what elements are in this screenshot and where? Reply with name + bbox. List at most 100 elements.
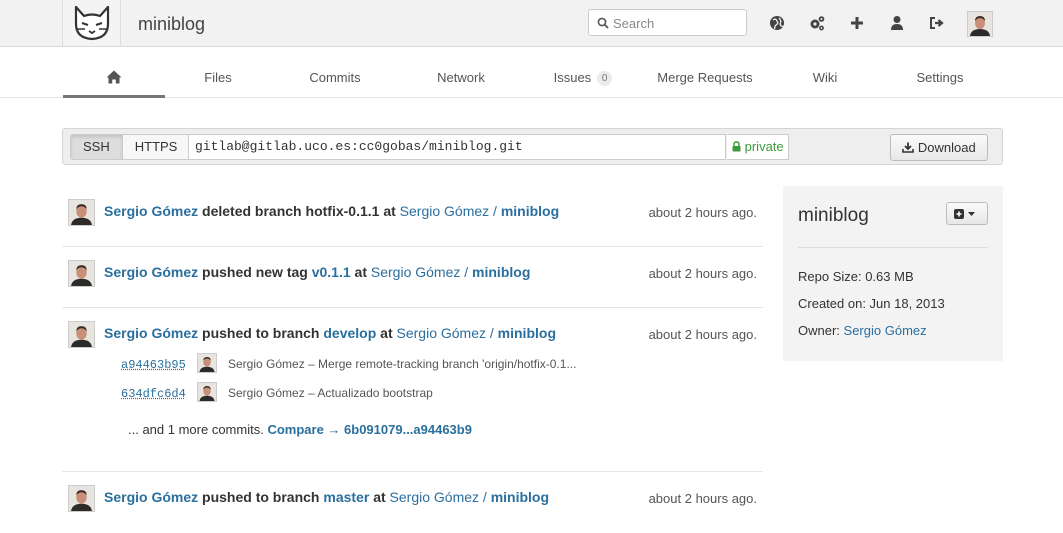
event-at: at bbox=[373, 489, 385, 505]
gitlab-logo[interactable] bbox=[62, 0, 121, 46]
event-avatar[interactable] bbox=[68, 199, 95, 226]
event-title: Sergio Gómez pushed new tag v0.1.1 at Se… bbox=[104, 264, 530, 280]
clone-url-input[interactable]: gitlab@gitlab.uco.es:cc0gobas/miniblog.g… bbox=[188, 134, 726, 160]
commit-sha-link[interactable]: a94463b95 bbox=[121, 358, 186, 372]
event-title: Sergio Gómez deleted branch hotfix-0.1.1… bbox=[104, 203, 559, 219]
cogs-icon[interactable] bbox=[808, 14, 826, 32]
event-ref-link[interactable]: v0.1.1 bbox=[312, 264, 351, 280]
project-link[interactable]: miniblog bbox=[501, 203, 559, 219]
visibility-label: private bbox=[745, 139, 784, 154]
event-author-link[interactable]: Sergio Gómez bbox=[104, 325, 198, 341]
lock-icon bbox=[732, 141, 741, 152]
protocol-toggle: SSH HTTPS bbox=[70, 134, 190, 160]
event-action: pushed to branch bbox=[202, 489, 319, 505]
event-item: Sergio Gómez deleted branch hotfix-0.1.1… bbox=[62, 186, 763, 247]
project-link[interactable]: miniblog bbox=[472, 264, 530, 280]
event-item: Sergio Gómez pushed to branch master at … bbox=[62, 472, 763, 533]
tab-files[interactable]: Files bbox=[178, 48, 258, 98]
project-owner-link[interactable]: Sergio Gómez / bbox=[400, 203, 497, 219]
event-title: Sergio Gómez pushed to branch develop at… bbox=[104, 325, 556, 341]
event-author-link[interactable]: Sergio Gómez bbox=[104, 489, 198, 505]
tab-commits[interactable]: Commits bbox=[290, 48, 380, 98]
project-owner-link[interactable]: Sergio Gómez / bbox=[390, 489, 487, 505]
project-owner-link[interactable]: Sergio Gómez / bbox=[397, 325, 494, 341]
sidebar-actions-dropdown[interactable] bbox=[946, 202, 988, 225]
event-avatar[interactable] bbox=[68, 260, 95, 287]
event-at: at bbox=[355, 264, 367, 280]
visibility-badge: private bbox=[727, 134, 789, 160]
tab-wiki[interactable]: Wiki bbox=[800, 48, 850, 98]
event-time: about 2 hours ago. bbox=[649, 491, 757, 506]
project-owner-link[interactable]: Sergio Gómez / bbox=[371, 264, 468, 280]
download-label: Download bbox=[918, 140, 976, 155]
https-button[interactable]: HTTPS bbox=[123, 134, 191, 160]
more-commits: ... and 1 more commits. Compare → 6b0910… bbox=[128, 422, 472, 437]
clone-panel: SSH HTTPS gitlab@gitlab.uco.es:cc0gobas/… bbox=[62, 128, 1003, 165]
project-nav-tabs: Files Commits Network Issues 0 Merge Req… bbox=[0, 48, 1063, 98]
ssh-button[interactable]: SSH bbox=[70, 134, 123, 160]
event-action: pushed new tag bbox=[202, 264, 308, 280]
tab-network[interactable]: Network bbox=[420, 48, 502, 98]
top-header: miniblog bbox=[0, 0, 1063, 47]
cat-logo-icon bbox=[71, 4, 113, 42]
more-commits-text: ... and 1 more commits. bbox=[128, 422, 264, 437]
event-author-link[interactable]: Sergio Gómez bbox=[104, 203, 198, 219]
project-link[interactable]: miniblog bbox=[498, 325, 556, 341]
event-author-link[interactable]: Sergio Gómez bbox=[104, 264, 198, 280]
event-at: at bbox=[383, 203, 395, 219]
event-ref-link[interactable]: master bbox=[323, 489, 369, 505]
event-ref-link[interactable]: develop bbox=[323, 325, 376, 341]
owner-row: Owner: Sergio Gómez bbox=[798, 323, 927, 338]
avatar-photo bbox=[968, 12, 992, 36]
owner-link[interactable]: Sergio Gómez bbox=[844, 323, 927, 338]
download-icon bbox=[902, 142, 914, 153]
globe-icon[interactable] bbox=[768, 14, 786, 32]
event-action: pushed to branch bbox=[202, 325, 319, 341]
event-title: Sergio Gómez pushed to branch master at … bbox=[104, 489, 549, 505]
event-avatar[interactable] bbox=[68, 485, 95, 512]
home-icon bbox=[106, 70, 122, 84]
search-icon bbox=[597, 17, 609, 29]
sidebar-project-title: miniblog bbox=[798, 205, 869, 227]
event-time: about 2 hours ago. bbox=[649, 205, 757, 220]
commit-row: 634dfc6d4 Sergio Gómez – Actualizado boo… bbox=[121, 386, 186, 401]
download-button[interactable]: Download bbox=[890, 134, 988, 161]
avatar-photo bbox=[198, 354, 216, 372]
tab-settings[interactable]: Settings bbox=[900, 48, 980, 98]
avatar-photo bbox=[69, 322, 94, 347]
user-avatar[interactable] bbox=[967, 11, 993, 37]
event-ref: hotfix-0.1.1 bbox=[306, 203, 380, 219]
tab-issues-label: Issues bbox=[554, 70, 592, 85]
app-title[interactable]: miniblog bbox=[138, 14, 205, 35]
tab-issues[interactable]: Issues 0 bbox=[540, 48, 626, 98]
commit-message: Sergio Gómez – Merge remote-tracking bra… bbox=[228, 357, 576, 371]
event-action: deleted branch bbox=[202, 203, 302, 219]
commit-message: Sergio Gómez – Actualizado bootstrap bbox=[228, 386, 433, 400]
plus-square-caret-icon bbox=[953, 207, 983, 221]
event-item: Sergio Gómez pushed to branch develop at… bbox=[62, 308, 763, 472]
tab-home[interactable] bbox=[63, 48, 165, 98]
project-link[interactable]: miniblog bbox=[491, 489, 549, 505]
repo-size: Repo Size: 0.63 MB bbox=[798, 269, 914, 284]
search-input[interactable] bbox=[613, 14, 741, 32]
plus-icon[interactable] bbox=[848, 14, 866, 32]
project-sidebar: miniblog Repo Size: 0.63 MB Created on: … bbox=[783, 186, 1003, 361]
owner-label: Owner: bbox=[798, 323, 840, 338]
event-time: about 2 hours ago. bbox=[649, 266, 757, 281]
user-icon[interactable] bbox=[888, 14, 906, 32]
event-item: Sergio Gómez pushed new tag v0.1.1 at Se… bbox=[62, 247, 763, 308]
commit-sha-link[interactable]: 634dfc6d4 bbox=[121, 387, 186, 401]
compare-link[interactable]: Compare → 6b091079...a94463b9 bbox=[267, 422, 472, 437]
commit-avatar bbox=[197, 382, 217, 402]
created-on: Created on: Jun 18, 2013 bbox=[798, 296, 945, 311]
search-box[interactable] bbox=[588, 9, 747, 36]
event-avatar[interactable] bbox=[68, 321, 95, 348]
event-time: about 2 hours ago. bbox=[649, 327, 757, 342]
event-at: at bbox=[380, 325, 392, 341]
tab-merge-requests[interactable]: Merge Requests bbox=[648, 48, 762, 98]
issues-count-badge: 0 bbox=[597, 71, 613, 86]
sidebar-divider bbox=[798, 247, 988, 248]
sign-out-icon[interactable] bbox=[928, 14, 946, 32]
commit-avatar bbox=[197, 353, 217, 373]
commit-row: a94463b95 Sergio Gómez – Merge remote-tr… bbox=[121, 357, 186, 372]
